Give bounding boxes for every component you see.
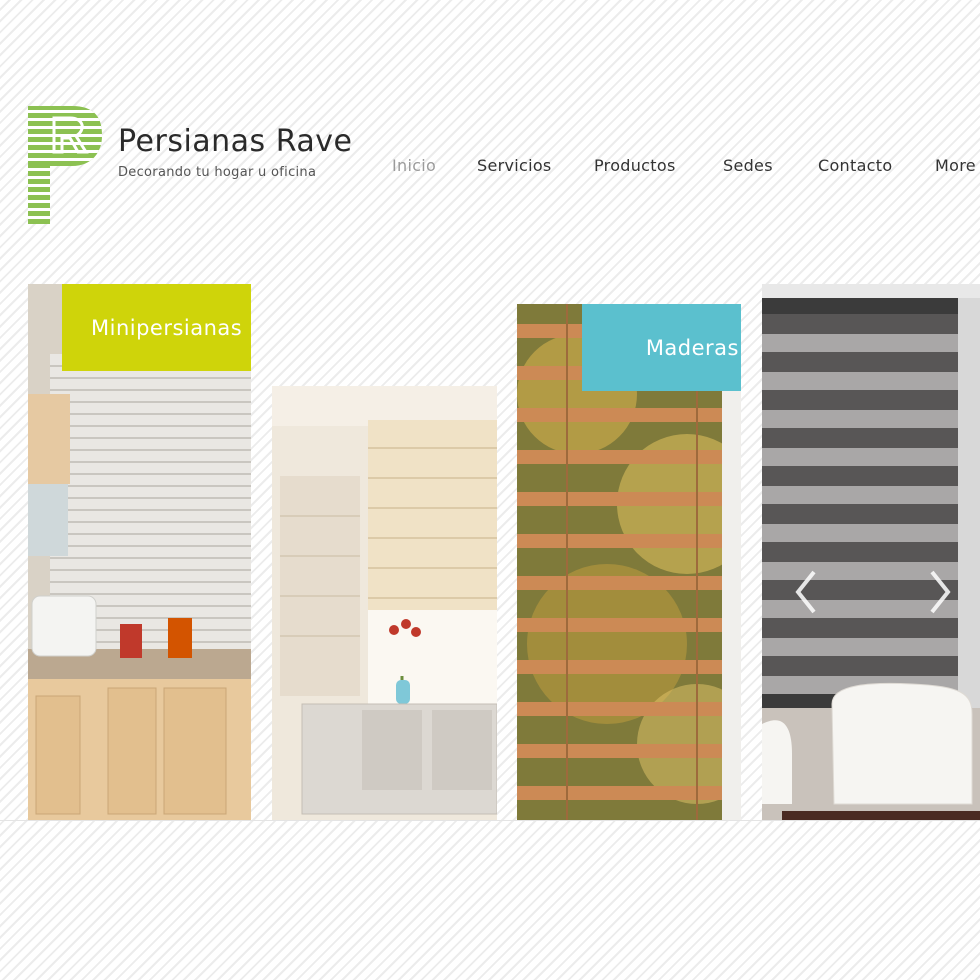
zebra-roller-blind-image [762,284,980,821]
gallery-panel-roman-shade[interactable] [272,386,497,821]
nav-item-more[interactable]: More [935,156,976,175]
brand-logo-icon[interactable] [26,104,104,226]
brand-title[interactable]: Persianas Rave [118,124,353,159]
nav-item-servicios[interactable]: Servicios [477,156,552,175]
category-label-minipersianas[interactable]: Minipersianas [62,284,251,371]
chevron-right-icon[interactable] [926,568,956,616]
chevron-left-icon[interactable] [790,568,820,616]
gallery-panel-zebra[interactable] [762,284,980,821]
nav-item-inicio[interactable]: Inicio [392,156,436,175]
nav-item-sedes[interactable]: Sedes [723,156,773,175]
nav-item-contacto[interactable]: Contacto [818,156,892,175]
nav-item-productos[interactable]: Productos [594,156,676,175]
roman-shade-room-image [272,386,497,821]
gallery-bottom-divider [0,820,980,821]
category-label-maderas[interactable]: Maderas [582,304,741,391]
brand-tagline: Decorando tu hogar u oficina [118,165,317,180]
